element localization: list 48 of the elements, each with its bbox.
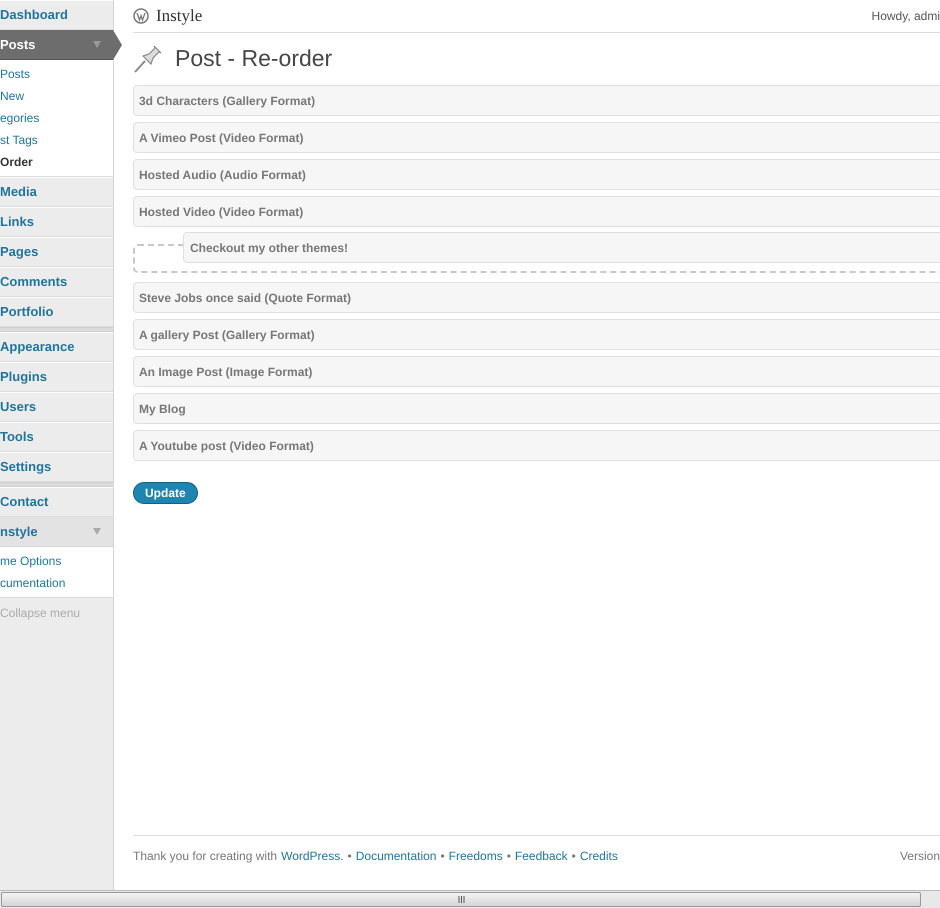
logo-icon <box>133 8 149 24</box>
post-item[interactable]: Hosted Video (Video Format) <box>133 196 940 227</box>
menu-item[interactable]: Comments <box>0 267 113 297</box>
site-title[interactable]: Instyle <box>156 3 202 29</box>
greeting-text[interactable]: Howdy, admi <box>872 7 940 25</box>
bullet-separator: • <box>572 848 576 865</box>
submenu-item[interactable]: Posts <box>0 63 113 85</box>
update-button[interactable]: Update <box>133 482 198 504</box>
bullet-separator: • <box>440 848 445 865</box>
footer-link[interactable]: Credits <box>580 847 618 865</box>
footer-link[interactable]: Feedback <box>514 847 568 865</box>
submenu-item[interactable]: New <box>0 85 113 107</box>
menu-item[interactable]: Tools <box>0 422 113 452</box>
page-title: Post - Re-order <box>175 44 332 73</box>
version-text: Version <box>900 848 940 865</box>
menu-item[interactable]: Links <box>0 207 113 237</box>
post-item[interactable]: My Blog <box>133 393 940 424</box>
footer-link[interactable]: WordPress. <box>281 847 344 865</box>
footer-link[interactable]: Documentation <box>356 847 436 865</box>
menu-item[interactable]: nstyle <box>0 517 113 547</box>
dragged-post-item[interactable]: Checkout my other themes! <box>183 232 940 263</box>
bullet-separator: • <box>506 848 511 865</box>
menu-item[interactable]: Users <box>0 392 113 422</box>
post-item[interactable]: A gallery Post (Gallery Format) <box>133 319 940 350</box>
horizontal-scrollbar[interactable] <box>0 890 940 908</box>
submenu-item[interactable]: cumentation <box>0 572 113 594</box>
footer-link[interactable]: Freedoms <box>448 847 503 865</box>
caret-icon <box>93 41 101 48</box>
menu-item[interactable]: Posts <box>0 30 122 60</box>
bullet-separator: • <box>348 848 352 865</box>
menu-item[interactable]: Appearance <box>0 332 113 362</box>
submenu-item[interactable]: Order <box>0 151 113 173</box>
post-item[interactable]: Steve Jobs once said (Quote Format) <box>133 282 940 313</box>
post-item[interactable]: 3d Characters (Gallery Format) <box>133 85 940 116</box>
menu-item[interactable]: Plugins <box>0 362 113 392</box>
submenu-item[interactable]: me Options <box>0 550 113 572</box>
submenu-item[interactable]: egories <box>0 107 113 129</box>
post-item[interactable]: A Vimeo Post (Video Format) <box>133 122 940 153</box>
post-item[interactable]: An Image Post (Image Format) <box>133 356 940 387</box>
scrollbar-thumb[interactable] <box>1 892 921 907</box>
menu-item[interactable]: Media <box>0 177 113 207</box>
footer-text: Thank you for creating with <box>133 848 278 865</box>
submenu-item[interactable]: st Tags <box>0 129 113 151</box>
menu-item[interactable]: Pages <box>0 237 113 267</box>
post-item[interactable]: Hosted Audio (Audio Format) <box>133 159 940 190</box>
caret-icon <box>93 528 101 535</box>
post-item[interactable]: A Youtube post (Video Format) <box>133 430 940 461</box>
grip-icon <box>458 896 464 903</box>
